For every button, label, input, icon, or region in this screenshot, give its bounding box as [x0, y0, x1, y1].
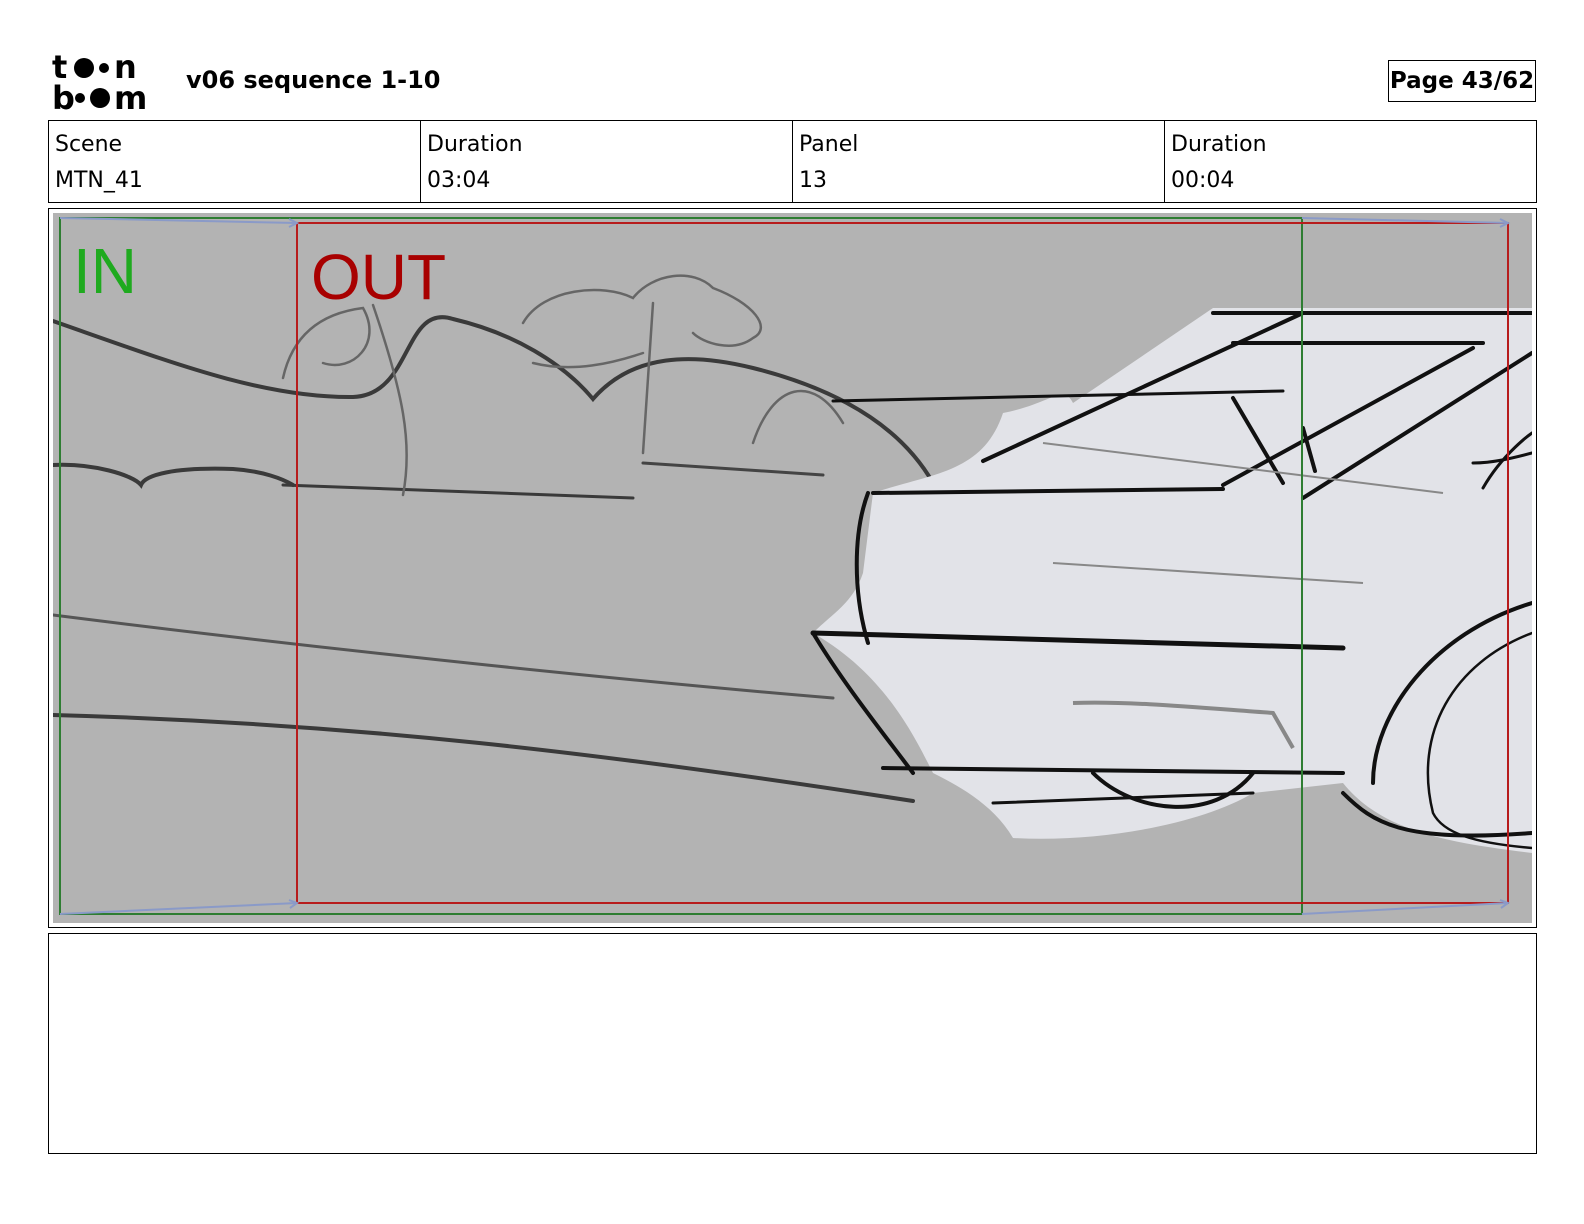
panel-info-table: Scene MTN_41 Duration 03:04 Panel 13 Dur…: [48, 120, 1537, 203]
out-label: OUT: [311, 241, 446, 313]
page-label: Page 43/62: [1389, 68, 1535, 94]
scene-duration-value: 03:04: [427, 168, 491, 193]
panel-duration-cell: Duration 00:04: [1165, 121, 1536, 202]
panel-duration-label: Duration: [1171, 132, 1267, 157]
toon-boom-logo: t n b m: [52, 50, 147, 112]
svg-text:m: m: [114, 79, 147, 112]
scene-value: MTN_41: [55, 168, 143, 193]
panel-drawing: IN OUT: [53, 213, 1532, 923]
scene-duration-cell: Duration 03:04: [421, 121, 793, 202]
panel-notes[interactable]: [48, 933, 1537, 1154]
panel-value: 13: [799, 168, 827, 193]
svg-text:b: b: [52, 79, 75, 112]
scene-label: Scene: [55, 132, 123, 157]
scene-duration-label: Duration: [427, 132, 523, 157]
sequence-title: v06 sequence 1-10: [186, 66, 441, 94]
panel-duration-value: 00:04: [1171, 168, 1235, 193]
storyboard-panel: IN OUT: [48, 208, 1537, 928]
scene-cell: Scene MTN_41: [49, 121, 421, 202]
in-label: IN: [73, 235, 137, 307]
panel-label: Panel: [799, 132, 859, 157]
page-indicator: Page 43/62: [1388, 60, 1536, 102]
panel-cell: Panel 13: [793, 121, 1165, 202]
